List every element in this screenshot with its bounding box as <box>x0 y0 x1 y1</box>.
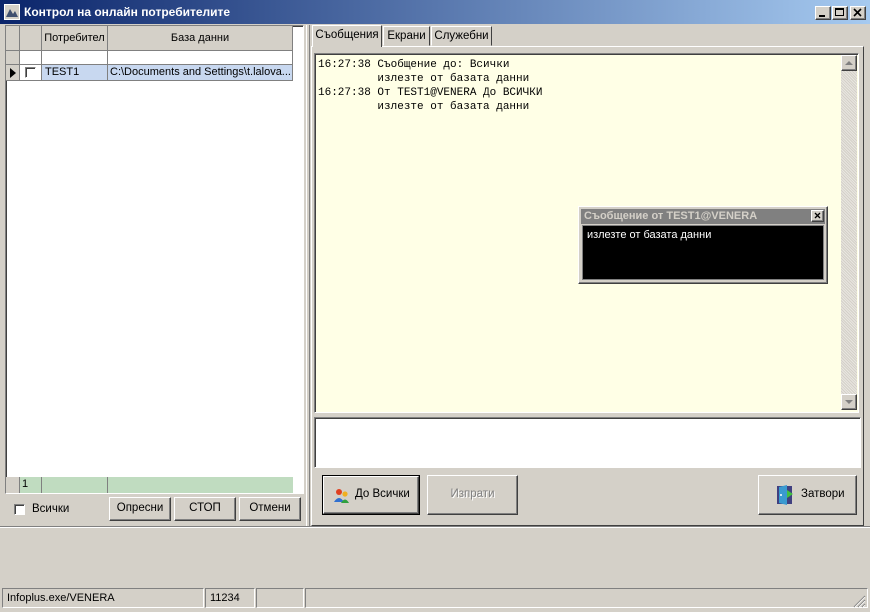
splitter[interactable] <box>306 25 310 526</box>
status-app: Infoplus.exe/VENERA <box>2 588 204 608</box>
tab-page: 16:27:38 Съобщение до: Всички излезте от… <box>311 46 864 526</box>
column-header-user[interactable]: Потребител <box>42 26 108 51</box>
all-checkbox[interactable] <box>14 504 25 515</box>
all-checkbox-label[interactable]: Всички <box>32 503 69 515</box>
message-popup[interactable]: Съобщение от TEST1@VENERA излезте от баз… <box>578 206 828 284</box>
grid-header-check <box>20 26 42 51</box>
message-line: 16:27:38 Съобщение до: Всички <box>318 59 510 71</box>
popup-text: излезте от базата данни <box>582 225 824 280</box>
to-all-label: До Всички <box>355 488 410 500</box>
scroll-up-button[interactable] <box>841 55 857 71</box>
filter-cell-check[interactable] <box>20 51 42 65</box>
status-panel-4 <box>305 588 868 608</box>
row-database-cell[interactable]: C:\Documents and Settings\t.lalova... <box>108 65 293 81</box>
row-indicator <box>6 65 20 81</box>
popup-title[interactable]: Съобщение от TEST1@VENERA <box>581 209 825 224</box>
close-label: Затвори <box>801 488 845 500</box>
popup-close-button[interactable] <box>811 210 824 222</box>
message-line: 16:27:38 От TEST1@VENERA До ВСИЧКИ <box>318 87 543 99</box>
row-checkbox-cell[interactable] <box>20 65 42 81</box>
close-window-button[interactable] <box>850 6 866 20</box>
refresh-button[interactable]: Опресни <box>109 497 171 521</box>
window-title: Контрол на онлайн потребителите <box>24 5 231 19</box>
cancel-button[interactable]: Отмени <box>239 497 301 521</box>
users-grid[interactable]: Потребител База данни TEST1 C:\Documents… <box>5 25 304 494</box>
message-scrollbar[interactable] <box>841 55 857 410</box>
filter-cell-user[interactable] <box>42 51 108 65</box>
table-row[interactable]: TEST1 C:\Documents and Settings\t.lalova… <box>6 65 293 81</box>
row-checkbox[interactable] <box>25 67 36 78</box>
tab-screens[interactable]: Екрани <box>383 26 430 46</box>
stop-button[interactable]: СТОП <box>174 497 236 521</box>
message-line: излезте от базата данни <box>318 101 530 113</box>
footer-count: 1 <box>20 477 42 493</box>
message-line: излезте от базата данни <box>318 73 530 85</box>
tab-messages[interactable]: Съобщения <box>312 25 382 47</box>
app-icon <box>4 4 20 20</box>
minimize-button[interactable] <box>815 6 831 20</box>
people-icon <box>334 489 349 503</box>
maximize-button[interactable] <box>832 6 848 20</box>
separator <box>0 526 870 528</box>
scroll-down-button[interactable] <box>841 394 857 410</box>
filter-row-indicator <box>6 51 20 65</box>
footer-cell-user <box>42 477 108 493</box>
filter-cell-database[interactable] <box>108 51 293 65</box>
status-panel-3 <box>256 588 304 608</box>
close-button[interactable]: Затвори <box>758 475 857 515</box>
row-user-cell[interactable]: TEST1 <box>42 65 108 81</box>
title-bar[interactable]: Контрол на онлайн потребителите <box>0 0 870 24</box>
footer-indicator <box>6 477 20 493</box>
tab-service[interactable]: Служебни <box>431 26 492 46</box>
status-number: 11234 <box>205 588 255 608</box>
footer-cell-database <box>108 477 293 493</box>
column-header-database[interactable]: База данни <box>108 26 293 51</box>
door-icon <box>777 485 793 505</box>
compose-input[interactable] <box>314 417 861 468</box>
send-button[interactable]: Изпрати <box>427 475 518 515</box>
grid-header-indicator <box>6 26 20 51</box>
resize-grip-icon[interactable] <box>852 594 866 608</box>
to-all-button[interactable]: До Всички <box>322 475 420 515</box>
